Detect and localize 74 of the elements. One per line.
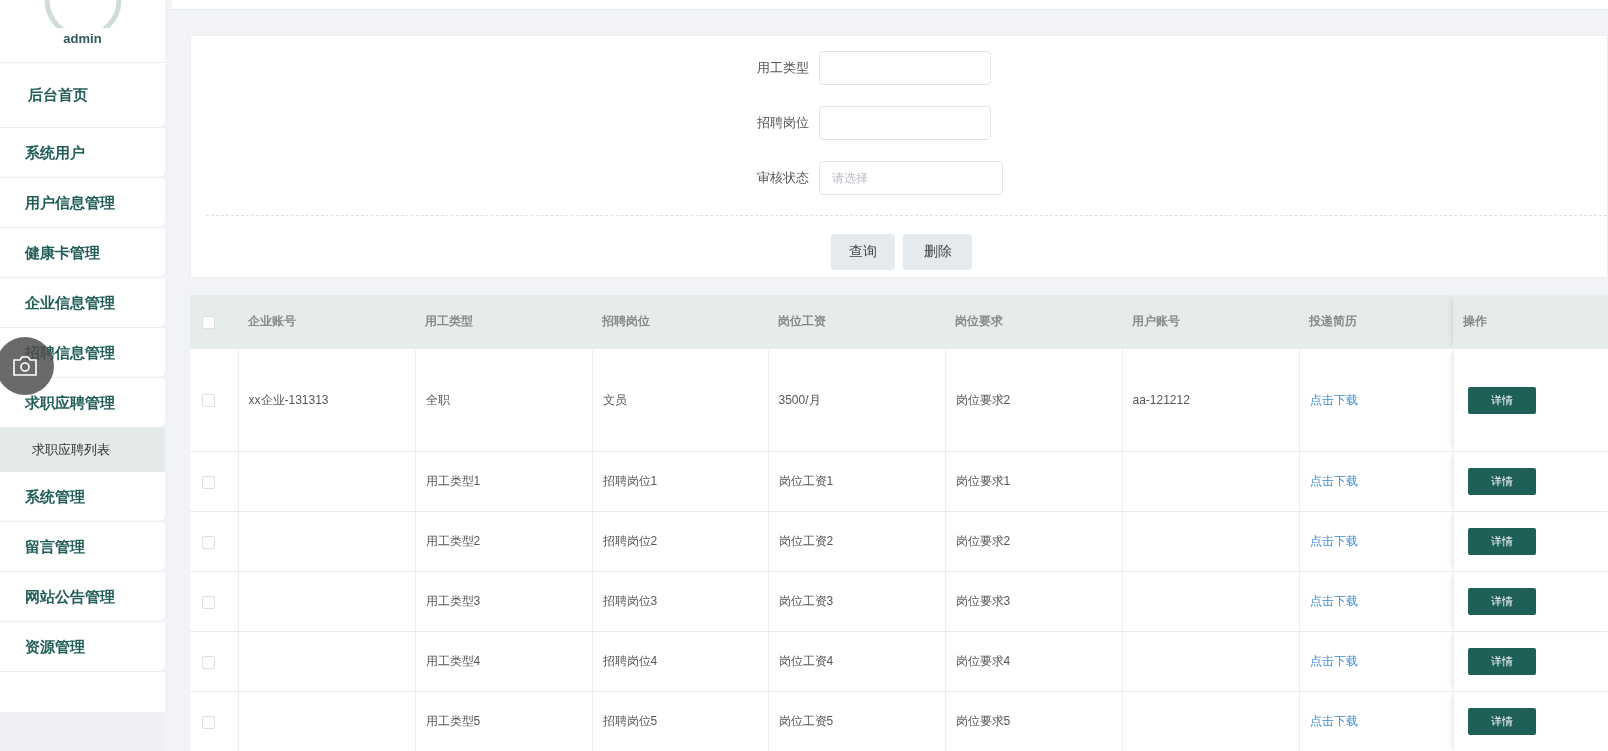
table-cell: 文员 [602, 392, 627, 407]
menu-item[interactable]: 健康卡管理 [0, 228, 165, 278]
table-cell: 全职 [425, 392, 450, 407]
field-label: 审核状态 [756, 168, 809, 187]
menu-item[interactable]: 资源管理 [0, 622, 165, 672]
query-button[interactable]: 查询 [831, 233, 895, 270]
table-cell: aa-121212 [1132, 393, 1190, 407]
download-link[interactable]: 点击下载 [1309, 534, 1358, 548]
table-cell: 岗位工资2 [778, 534, 834, 548]
table-cell: 岗位工资5 [778, 714, 834, 728]
download-link[interactable]: 点击下载 [1309, 474, 1358, 488]
column-header: 招聘岗位 [602, 314, 650, 328]
table-cell: xx企业-131313 [248, 392, 329, 407]
field-label: 招聘岗位 [756, 113, 809, 132]
input-field[interactable] [819, 105, 991, 140]
table-cell: 招聘岗位3 [602, 594, 658, 608]
table-cell: 岗位要求5 [955, 714, 1011, 728]
column-header: 岗位要求 [955, 314, 1003, 328]
input-field[interactable] [819, 50, 991, 85]
field-label: 用工类型 [756, 58, 809, 77]
details-button[interactable]: 详情 [1467, 708, 1536, 735]
details-button[interactable]: 详情 [1467, 468, 1536, 495]
table-cell: 用工类型5 [425, 714, 481, 728]
table-cell: 3500/月 [778, 392, 821, 407]
menu-item[interactable]: 企业信息管理 [0, 278, 165, 328]
details-button[interactable]: 详情 [1467, 648, 1536, 675]
table-cell: 岗位要求2 [955, 392, 1011, 407]
checkbox[interactable] [202, 655, 215, 669]
table-cell: 岗位要求3 [955, 594, 1011, 608]
table-cell: 岗位要求1 [955, 474, 1011, 488]
column-header: 企业账号 [248, 314, 296, 328]
table-cell: 岗位工资3 [778, 594, 834, 608]
checkbox[interactable] [202, 715, 215, 729]
table-cell: 用工类型2 [425, 534, 481, 548]
table-cell: 招聘岗位1 [602, 474, 658, 488]
menu-item[interactable]: 留言管理 [0, 522, 165, 572]
table-cell: 岗位工资4 [778, 654, 834, 668]
download-link[interactable]: 点击下载 [1309, 594, 1358, 608]
checkbox[interactable] [202, 475, 215, 489]
details-button[interactable]: 详情 [1467, 386, 1536, 414]
menu-item[interactable]: 求职应聘管理 [0, 378, 165, 428]
checkbox[interactable] [202, 535, 215, 549]
details-button[interactable]: 详情 [1467, 528, 1536, 555]
checkbox[interactable] [202, 315, 215, 329]
download-link[interactable]: 点击下载 [1309, 392, 1358, 407]
menu-item[interactable]: 系统用户 [0, 128, 165, 178]
checkbox[interactable] [202, 394, 215, 408]
table-cell: 招聘岗位2 [602, 534, 658, 548]
column-header: 投递简历 [1309, 314, 1357, 328]
table-cell: 招聘岗位5 [602, 714, 658, 728]
checkbox[interactable] [202, 595, 215, 609]
submenu-item[interactable]: 求职应聘列表 [0, 428, 165, 472]
menu-item[interactable]: 用户信息管理 [0, 178, 165, 228]
table-cell: 岗位要求2 [955, 534, 1011, 548]
avatar-icon [42, 0, 123, 28]
table-cell: 用工类型1 [425, 474, 481, 488]
table-cell: 用工类型3 [425, 594, 481, 608]
table-cell: 招聘岗位4 [602, 654, 658, 668]
column-header: 操作 [1463, 314, 1487, 328]
delete-button[interactable]: 删除 [903, 233, 972, 270]
user-name: admin [63, 31, 102, 46]
download-link[interactable]: 点击下载 [1309, 714, 1358, 728]
select-field[interactable]: 请选择 [819, 160, 1003, 195]
column-header: 岗位工资 [778, 314, 826, 328]
download-link[interactable]: 点击下载 [1309, 654, 1358, 668]
table-cell: 岗位工资1 [778, 474, 834, 488]
details-button[interactable]: 详情 [1467, 588, 1536, 615]
table-cell: 用工类型4 [425, 654, 481, 668]
menu-item[interactable]: 网站公告管理 [0, 572, 165, 622]
menu-item[interactable]: 后台首页 [0, 63, 165, 128]
column-header: 用户账号 [1132, 314, 1180, 328]
menu-item[interactable]: 系统管理 [0, 472, 165, 522]
column-header: 用工类型 [425, 314, 473, 328]
table-cell: 岗位要求4 [955, 654, 1011, 668]
